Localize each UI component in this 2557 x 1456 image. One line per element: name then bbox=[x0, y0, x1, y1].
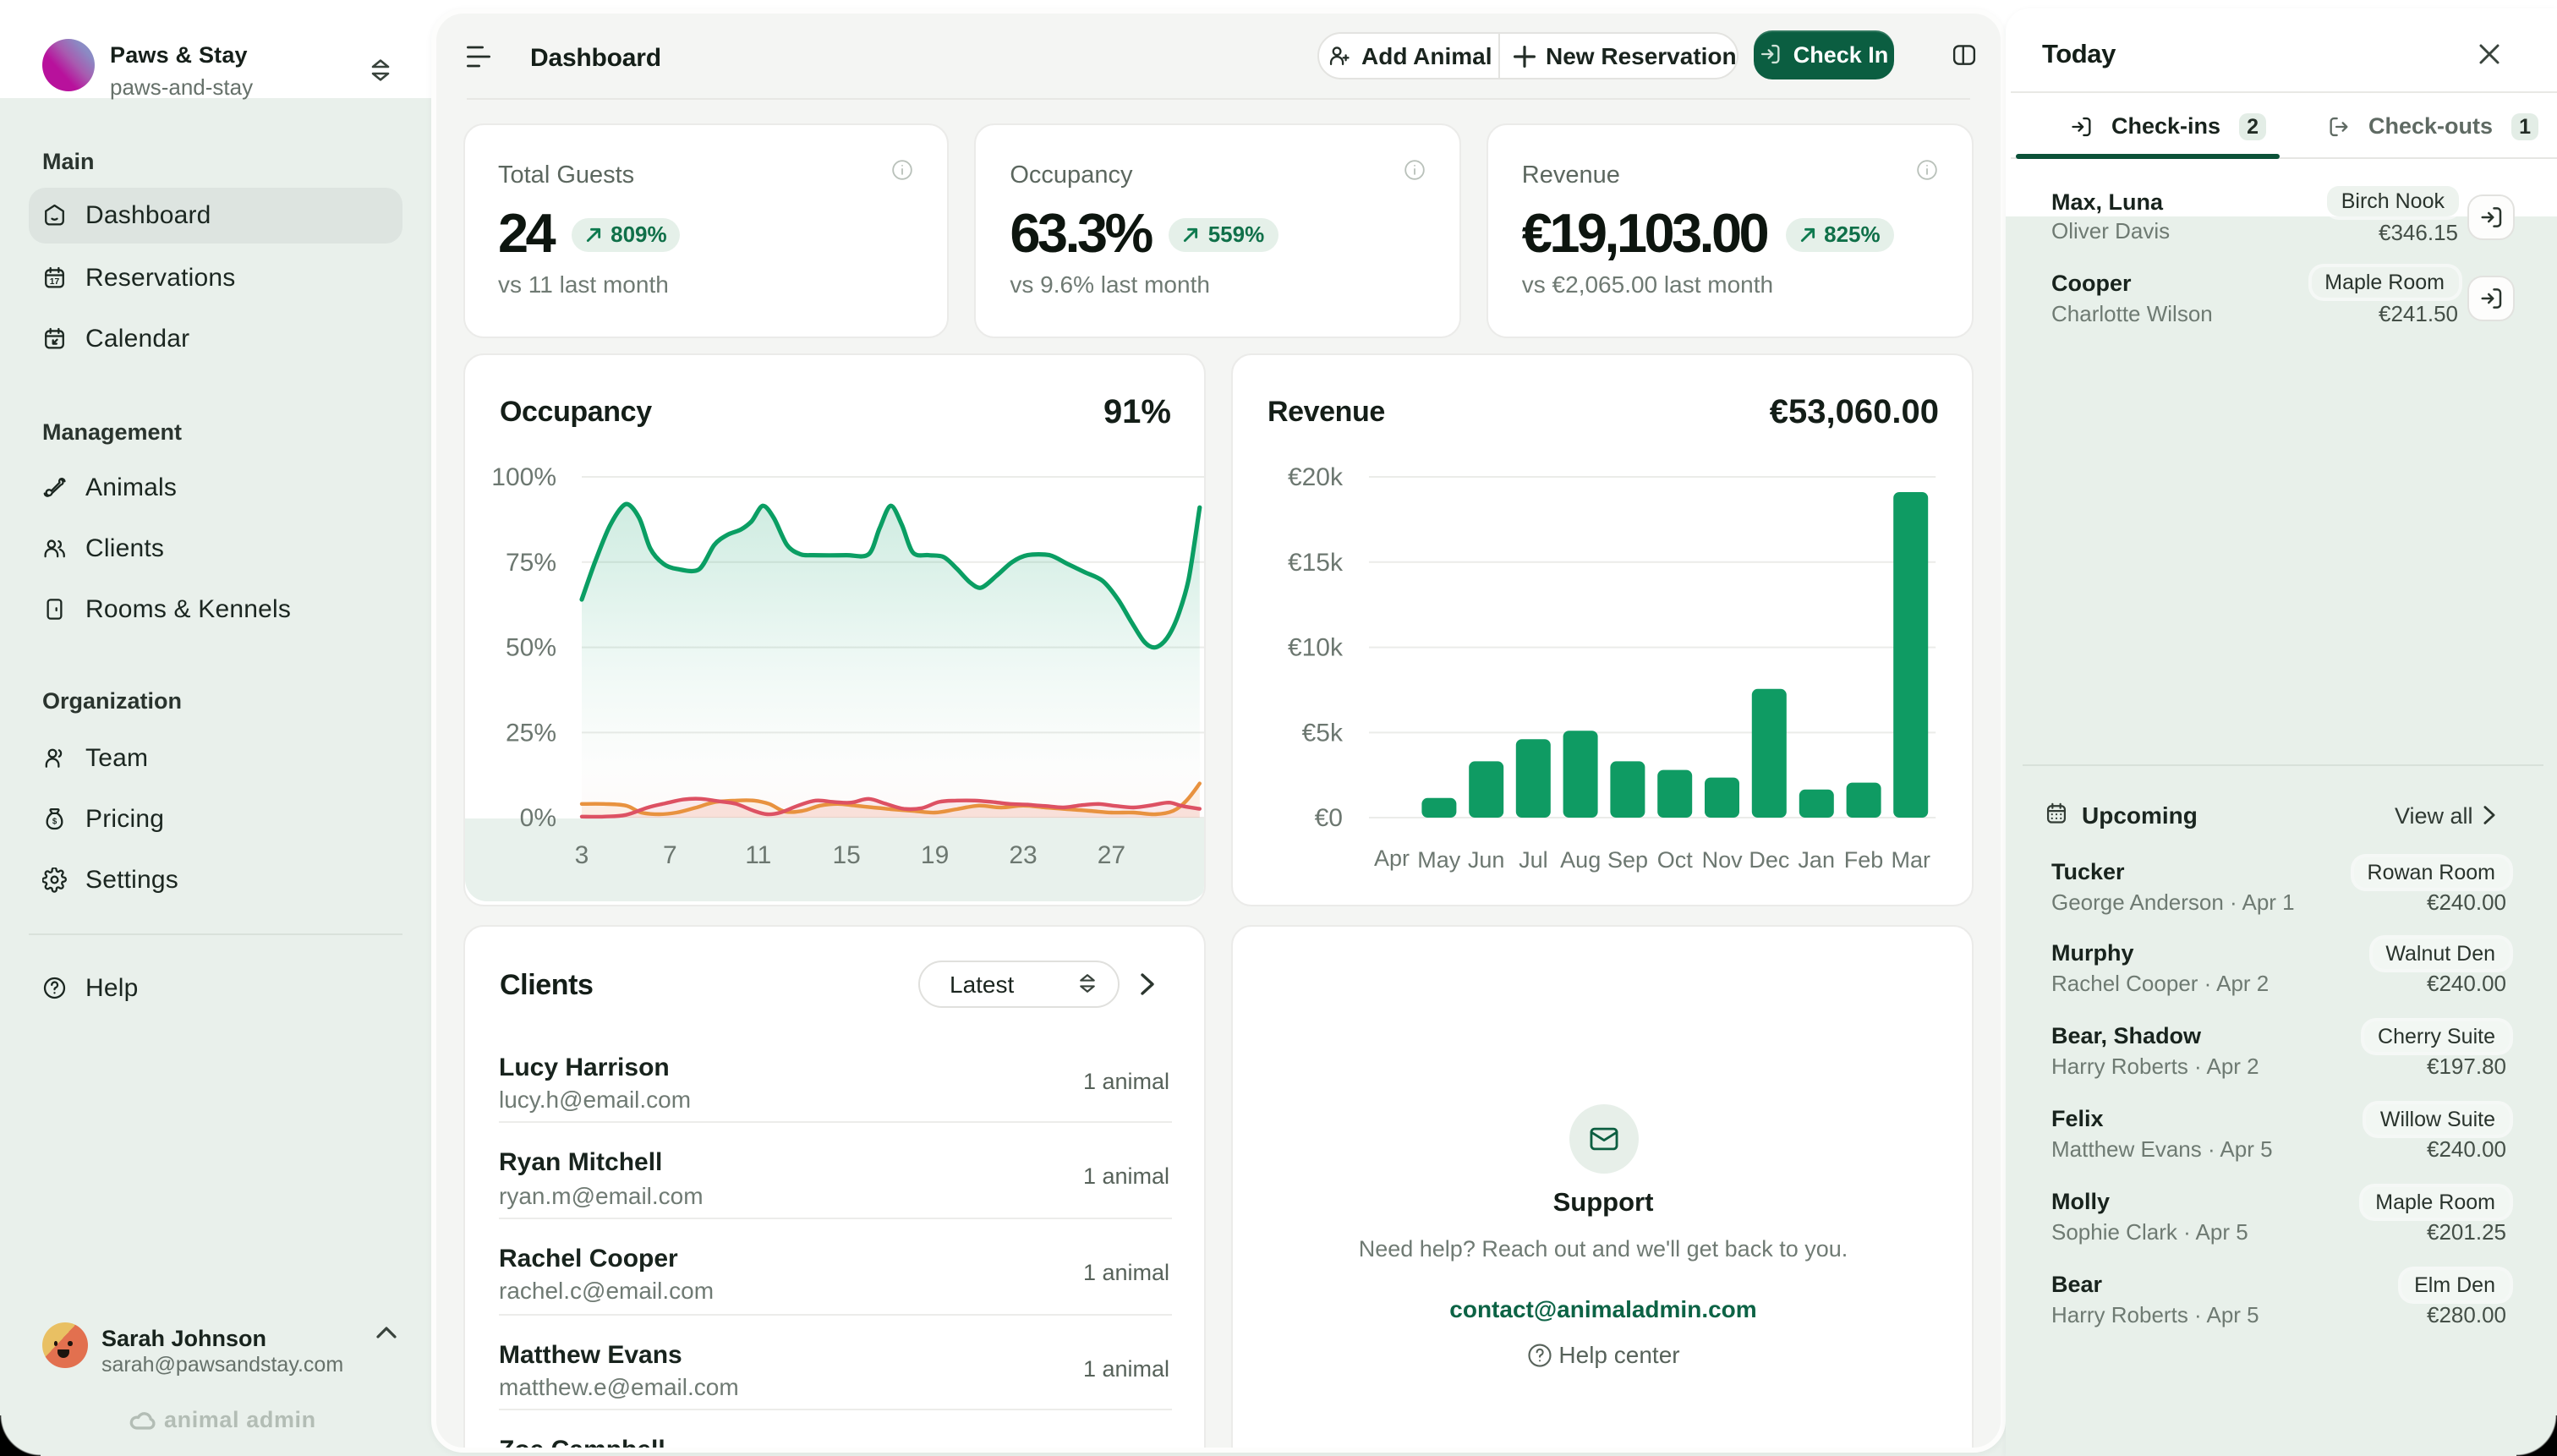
svg-text:Jun: Jun bbox=[1467, 847, 1504, 873]
svg-text:€20k: €20k bbox=[1287, 463, 1343, 491]
svg-text:€5k: €5k bbox=[1301, 719, 1343, 747]
svg-text:50%: 50% bbox=[505, 634, 556, 662]
svg-text:19: 19 bbox=[920, 841, 948, 869]
svg-text:Aug: Aug bbox=[1559, 847, 1600, 873]
svg-text:25%: 25% bbox=[505, 719, 556, 747]
svg-text:100%: 100% bbox=[490, 463, 556, 491]
svg-text:Nov: Nov bbox=[1701, 847, 1743, 873]
svg-text:17: 17 bbox=[50, 278, 60, 287]
svg-text:Oct: Oct bbox=[1656, 847, 1693, 873]
svg-text:3: 3 bbox=[574, 841, 589, 869]
svg-text:Jul: Jul bbox=[1518, 847, 1547, 873]
svg-text:May: May bbox=[1416, 847, 1460, 873]
svg-text:Jan: Jan bbox=[1797, 847, 1834, 873]
svg-text:23: 23 bbox=[1008, 841, 1036, 869]
svg-text:Apr: Apr bbox=[1373, 846, 1409, 871]
svg-text:€10k: €10k bbox=[1287, 634, 1343, 662]
svg-text:7: 7 bbox=[662, 841, 676, 869]
svg-text:Sep: Sep bbox=[1607, 847, 1647, 873]
svg-text:75%: 75% bbox=[505, 549, 556, 577]
svg-text:$: $ bbox=[52, 817, 57, 826]
svg-text:11: 11 bbox=[744, 841, 770, 869]
svg-text:Dec: Dec bbox=[1748, 847, 1788, 873]
svg-text:€15k: €15k bbox=[1287, 549, 1343, 577]
svg-text:0%: 0% bbox=[519, 804, 556, 832]
svg-text:Mar: Mar bbox=[1891, 847, 1930, 873]
svg-text:15: 15 bbox=[832, 841, 860, 869]
svg-text:€0: €0 bbox=[1314, 804, 1342, 832]
svg-text:Feb: Feb bbox=[1843, 847, 1883, 873]
svg-text:27: 27 bbox=[1097, 841, 1125, 869]
